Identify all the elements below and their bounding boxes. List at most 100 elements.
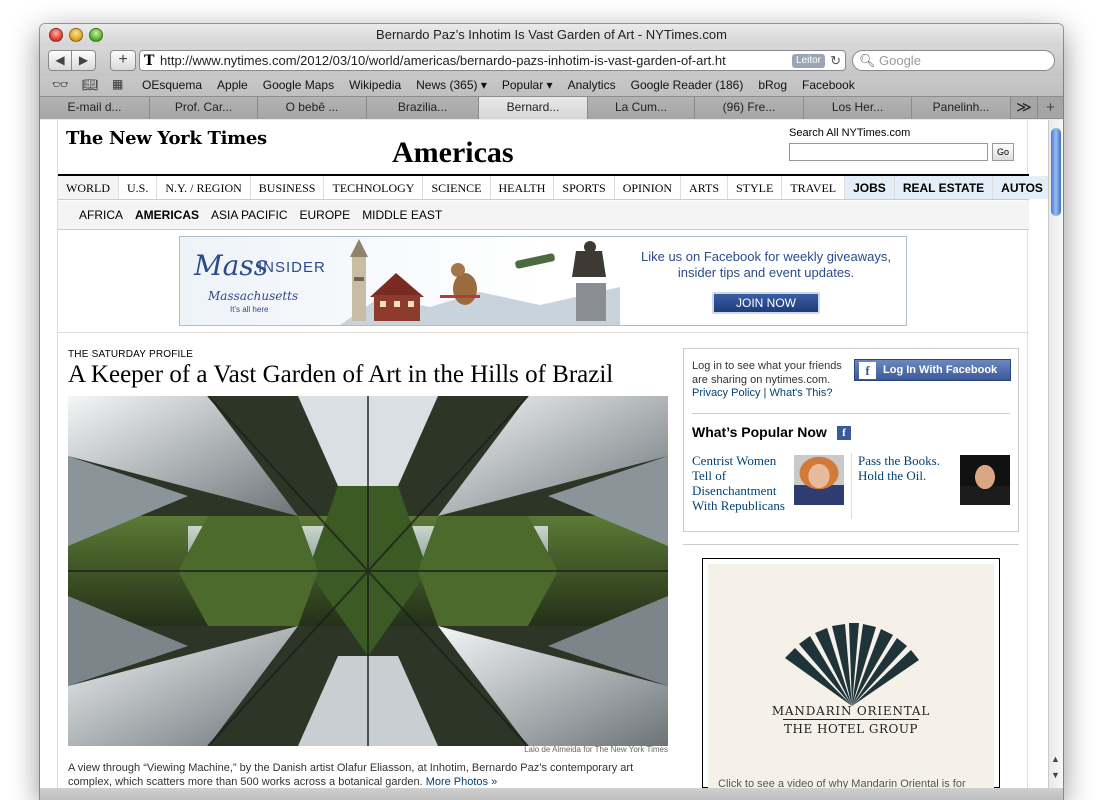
bookmark-item[interactable]: News (365) ▾ [416,78,487,92]
web-content: The New York Times Americas Search All N… [40,120,1048,788]
window-title: Bernardo Paz’s Inhotim Is Vast Garden of… [376,27,727,42]
ad-panel: MANDARIN ORIENTAL THE HOTEL GROUP Click … [708,564,994,788]
browser-tab[interactable]: Panelinh... [912,97,1011,119]
bookmark-item[interactable]: Facebook [802,78,855,92]
login-links: Privacy Policy | What's This? [692,387,833,399]
site-search-label: Search All NYTimes.com [789,127,911,139]
bookmarks-book-icon[interactable]: 📖︎ [82,77,99,93]
subnav-item[interactable]: AMERICAS [135,201,199,229]
browser-tab[interactable]: La Cum... [588,97,695,119]
reload-icon[interactable]: ↻ [830,51,841,70]
scroll-up-icon[interactable]: ▲ [1051,754,1060,764]
facebook-icon: f [837,426,851,440]
url-text: http://www.nytimes.com/2012/03/10/world/… [160,53,726,68]
join-now-button[interactable]: JOIN NOW [712,292,820,314]
browser-tab[interactable]: Prof. Car... [150,97,258,119]
nav-item[interactable]: ARTS [681,176,728,199]
nav-item[interactable]: JOBS [845,176,895,199]
banner-state: Massachusetts [208,289,299,303]
top-sites-grid-icon[interactable]: ▦ [112,77,123,91]
login-prompt: Log in to see what your friends are shar… [692,360,842,386]
back-button[interactable]: ◀ [48,50,72,71]
nav-item[interactable]: TECHNOLOGY [324,176,424,199]
article-photo[interactable] [68,396,668,746]
nav-item[interactable]: STYLE [728,176,783,199]
nav-item[interactable]: SCIENCE [423,176,491,199]
bookmark-item[interactable]: Google Reader (186) [631,78,744,92]
browser-window: Bernardo Paz’s Inhotim Is Vast Garden of… [40,24,1063,800]
nav-item[interactable]: WORLD [58,176,119,199]
plus-icon: + [118,51,128,68]
browser-tab[interactable]: Los Her... [804,97,912,119]
fan-logo-icon [785,623,919,706]
back-icon: ◀ [55,53,65,67]
banner-illustration [340,239,620,325]
site-favicon-icon: T [144,53,155,69]
nav-item[interactable]: U.S. [119,176,158,199]
bookmark-item[interactable]: OEsquema [142,78,202,92]
reading-list-icon[interactable]: 👓︎ [52,77,69,93]
subnav-item[interactable]: EUROPE [300,201,351,229]
browser-tab[interactable]: E-mail d... [40,97,150,119]
popular-story-link[interactable]: Centrist Women Tell of Disenchantment Wi… [692,453,790,513]
more-tabs-icon[interactable]: ≫ [1011,97,1037,119]
banner-tagline: It's all here [230,305,269,314]
browser-tab[interactable]: Bernard... [479,97,588,119]
popular-story-link[interactable]: Pass the Books. Hold the Oil. [858,453,958,483]
title-bar: Bernardo Paz’s Inhotim Is Vast Garden of… [40,24,1063,46]
popular-story-thumbnail[interactable] [960,455,1010,505]
address-bar[interactable]: T http://www.nytimes.com/2012/03/10/worl… [139,50,846,71]
mandarin-oriental-ad[interactable]: MANDARIN ORIENTAL THE HOTEL GROUP Click … [702,558,1000,788]
nav-item[interactable]: SPORTS [554,176,615,199]
nyt-logo[interactable]: The New York Times [66,128,267,149]
nav-item[interactable]: OPINION [615,176,682,199]
subnav-item[interactable]: MIDDLE EAST [362,201,442,229]
nav-item[interactable]: TRAVEL [782,176,846,199]
search-icon: 🔍︎ [859,53,876,68]
add-tab-button[interactable]: + [1037,97,1063,119]
bookmark-item[interactable]: bRog [758,78,787,92]
status-bar [40,788,1063,800]
site-search-input[interactable] [789,143,988,161]
nav-item[interactable]: BUSINESS [251,176,325,199]
forward-button[interactable]: ▶ [72,50,96,71]
new-tab-button[interactable]: + [110,50,136,71]
banner-promo-text: Like us on Facebook for weekly giveaways… [640,249,891,280]
nav-item[interactable]: AUTOS [993,176,1048,199]
subnav-item[interactable]: ASIA PACIFIC [211,201,287,229]
bookmark-item[interactable]: Analytics [568,78,616,92]
facebook-login-button[interactable]: f Log In With Facebook [854,359,1011,381]
vertical-scrollbar[interactable]: ▲ ▼ [1048,120,1063,788]
banner-brand-suffix: INSIDER [258,259,326,276]
bookmark-item[interactable]: Google Maps [263,78,334,92]
scroll-down-icon[interactable]: ▼ [1051,770,1060,780]
caption-text: A view through “Viewing Machine,” by the… [68,762,634,788]
more-photos-link[interactable]: More Photos » [426,776,498,788]
photo-caption: A view through “Viewing Machine,” by the… [68,761,668,788]
nav-item[interactable]: HEALTH [491,176,555,199]
tab-bar: ≫ + E-mail d... Prof. Car... O bebê ... Bra… [40,96,1063,119]
bookmark-list: OEsquema Apple Google Maps Wikipedia News (3… [142,78,870,92]
facebook-icon: f [859,362,876,379]
nav-item[interactable]: N.Y. / REGION [157,176,251,199]
bookmark-item[interactable]: Wikipedia [349,78,401,92]
browser-tab[interactable]: Brazilia... [367,97,479,119]
scrollbar-thumb[interactable] [1051,128,1061,216]
subnav-item[interactable]: AFRICA [79,201,123,229]
popular-story-thumbnail[interactable] [794,455,844,505]
bookmark-item[interactable]: Popular ▾ [502,78,553,92]
nav-item[interactable]: REAL ESTATE [894,176,994,199]
browser-tab[interactable]: O bebê ... [258,97,367,119]
go-button[interactable]: Go [992,143,1014,161]
browser-tab[interactable]: (96) Fre... [695,97,804,119]
bookmark-item[interactable]: Apple [217,78,248,92]
divider [692,413,1010,414]
section-title: Americas [392,136,514,169]
search-field[interactable]: 🔍︎ Google [852,50,1055,71]
ad-cta-text: Click to see a video of why Mandarin Ori… [718,778,966,788]
reader-button[interactable]: Leitor [791,54,825,68]
mass-insider-banner-ad[interactable]: Mass INSIDER Massachusetts It's all here [179,236,907,326]
whats-this-link[interactable]: What's This? [769,387,832,399]
privacy-policy-link[interactable]: Privacy Policy [692,387,760,399]
kaleidoscope-photo-image [68,396,668,746]
